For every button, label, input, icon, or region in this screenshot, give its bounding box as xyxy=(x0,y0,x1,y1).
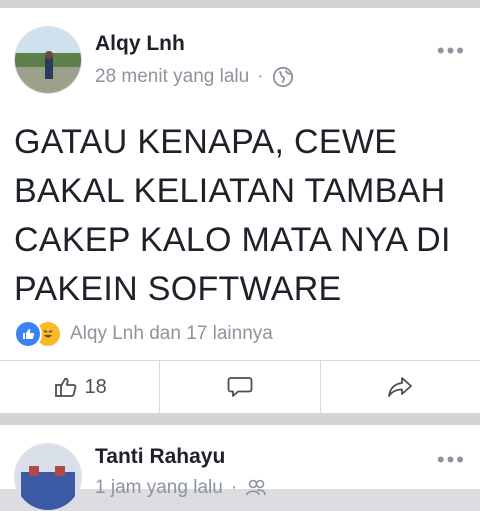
globe-icon xyxy=(272,66,293,88)
post-meta: 28 menit yang lalu · xyxy=(95,66,294,88)
reactions-text: Alqy Lnh dan 17 lainnya xyxy=(70,323,273,344)
share-icon xyxy=(388,377,413,397)
friends-icon xyxy=(246,479,266,496)
more-options-icon[interactable]: ••• xyxy=(437,40,466,62)
like-button[interactable]: 18 xyxy=(0,361,159,413)
timestamp[interactable]: 1 jam yang lalu xyxy=(95,477,223,499)
avatar[interactable] xyxy=(14,26,82,94)
meta-separator: · xyxy=(257,66,264,87)
thumbs-up-icon xyxy=(54,377,76,397)
like-reaction-icon xyxy=(14,320,42,348)
comment-button[interactable] xyxy=(159,361,319,413)
like-count: 18 xyxy=(84,375,107,398)
avatar[interactable] xyxy=(14,443,82,511)
feed-gap xyxy=(0,413,480,425)
post-card: Alqy Lnh 28 menit yang lalu · ••• GATAU … xyxy=(0,8,480,413)
post-card: Tanti Rahayu 1 jam yang lalu · ••• xyxy=(0,425,480,511)
author-name[interactable]: Alqy Lnh xyxy=(95,32,185,56)
avatar-photo xyxy=(15,27,81,93)
timestamp[interactable]: 28 menit yang lalu xyxy=(95,66,249,88)
avatar-photo xyxy=(15,444,81,510)
post-meta: 1 jam yang lalu · xyxy=(95,477,267,499)
author-name[interactable]: Tanti Rahayu xyxy=(95,445,225,469)
top-separator xyxy=(0,0,480,8)
reactions-summary[interactable]: Alqy Lnh dan 17 lainnya xyxy=(14,320,273,348)
share-button[interactable] xyxy=(319,361,480,413)
post-text: GATAU KENAPA, CEWE BAKAL KELIATAN TAMBAH… xyxy=(14,123,451,308)
post-header: Alqy Lnh 28 menit yang lalu · ••• xyxy=(0,8,480,96)
action-bar: 18 xyxy=(0,361,480,413)
more-options-icon[interactable]: ••• xyxy=(437,449,466,471)
meta-separator: · xyxy=(230,477,238,498)
comment-icon xyxy=(227,377,253,397)
